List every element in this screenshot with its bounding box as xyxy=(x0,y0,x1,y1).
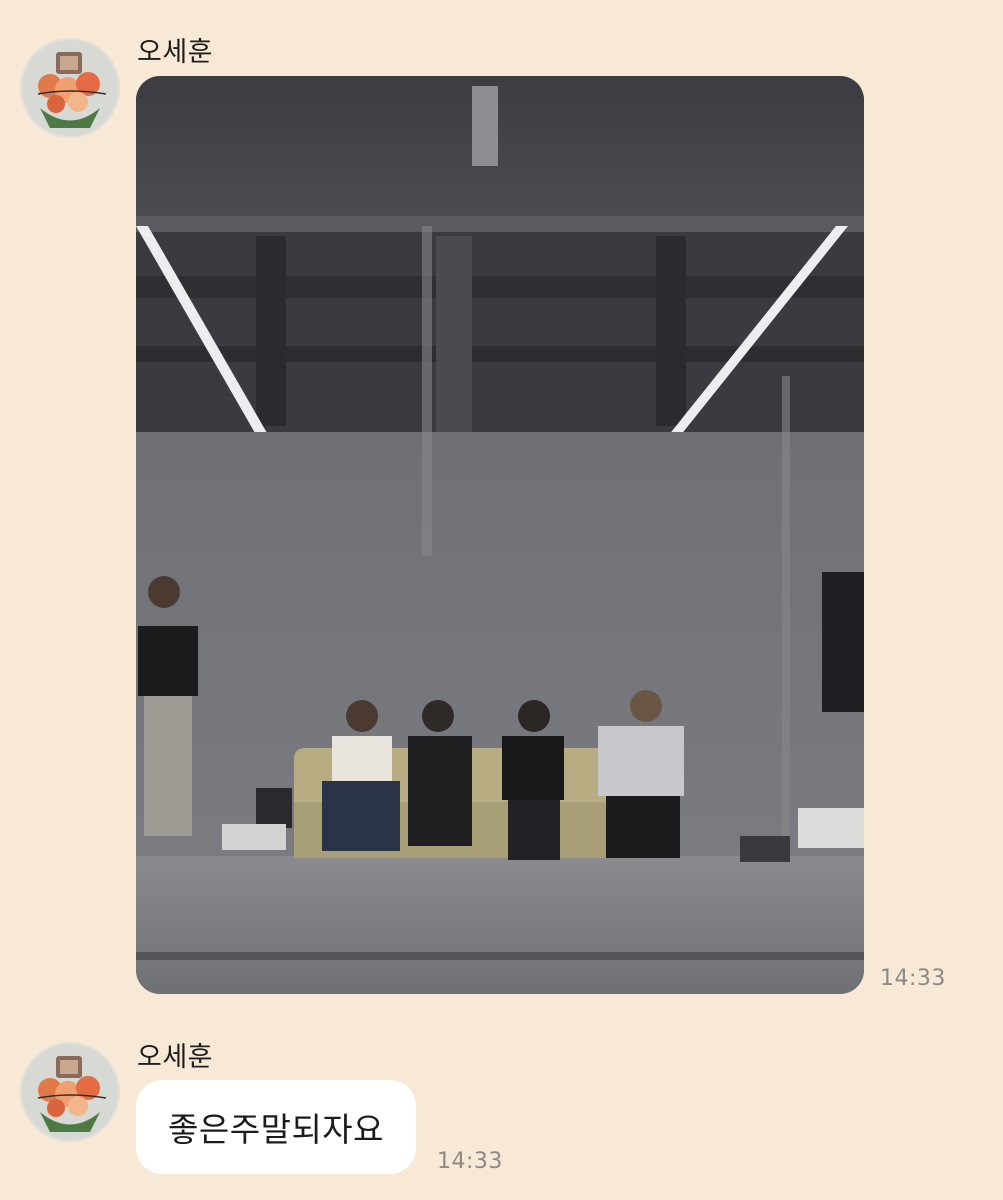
photo-message[interactable] xyxy=(136,76,864,994)
shared-photo xyxy=(136,76,864,994)
message-timestamp: 14:33 xyxy=(880,966,946,991)
sender-avatar[interactable] xyxy=(20,1042,120,1142)
avatar-photo xyxy=(20,1042,120,1142)
message-timestamp: 14:33 xyxy=(437,1149,503,1174)
text-message-bubble[interactable]: 좋은주말되자요 xyxy=(136,1080,417,1174)
sender-name: 오세훈 xyxy=(137,1042,214,1073)
sender-avatar[interactable] xyxy=(20,38,120,138)
message-text: 좋은주말되자요 xyxy=(168,1110,385,1149)
avatar-photo xyxy=(20,38,120,138)
sender-name: 오세훈 xyxy=(137,37,214,68)
